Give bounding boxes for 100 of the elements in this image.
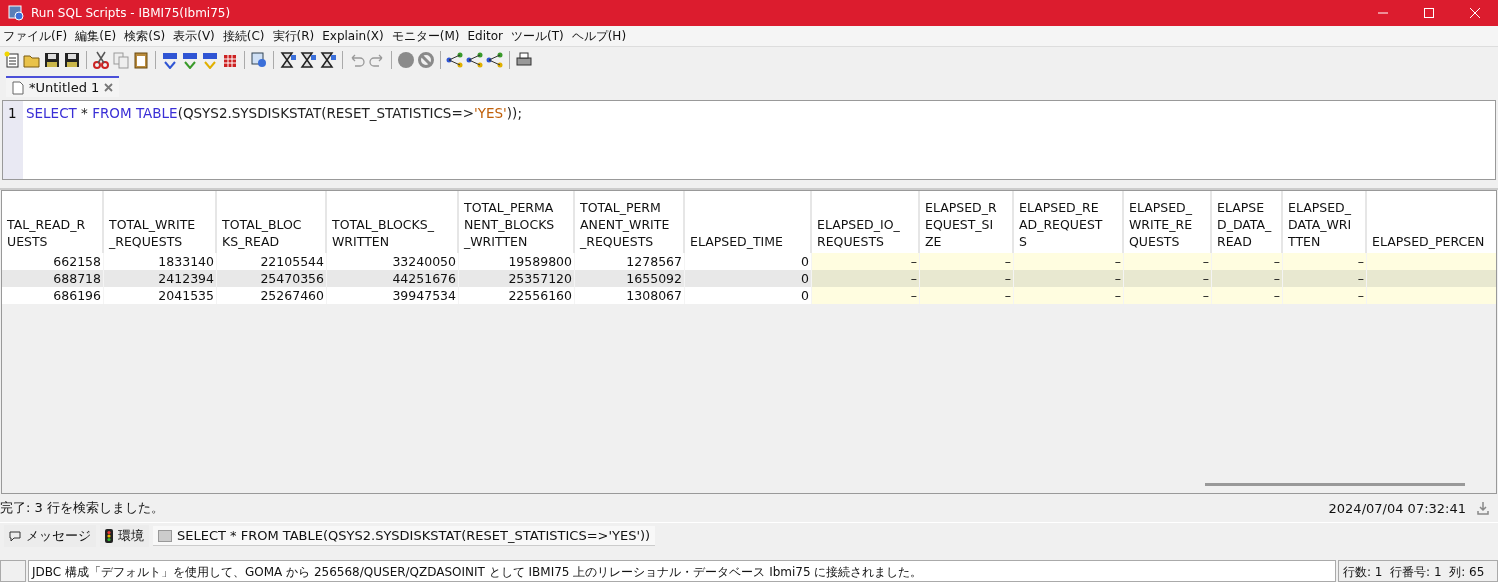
table-cell: 44251676 (327, 270, 459, 287)
menu-item[interactable]: Editor (467, 29, 503, 43)
table-cell: – (1283, 287, 1367, 304)
table-cell: 19589800 (459, 253, 575, 270)
table-cell: 2412394 (104, 270, 217, 287)
cancel-icon[interactable] (417, 51, 435, 69)
hourglass-icon[interactable] (299, 51, 317, 69)
table-cell: – (1124, 253, 1212, 270)
table-cell: 22556160 (459, 287, 575, 304)
run-sql-icon[interactable] (201, 51, 219, 69)
hourglass-icon[interactable] (319, 51, 337, 69)
table-cell: 686196 (2, 287, 104, 304)
menu-item[interactable]: 実行(R) (272, 27, 315, 45)
table-cell: 662158 (2, 253, 104, 270)
stop-icon[interactable] (397, 51, 415, 69)
table-cell: 25267460 (217, 287, 327, 304)
window-title: Run SQL Scripts - IBMI75(Ibmi75) (31, 6, 231, 20)
table-cell: 1655092 (575, 270, 685, 287)
column-header[interactable]: ELAPSED_ WRITE_RE QUESTS (1124, 191, 1212, 253)
table-cell: 2041535 (104, 287, 217, 304)
line-number: 1 (3, 101, 23, 179)
table-cell: 22105544 (217, 253, 327, 270)
column-header[interactable]: ELAPSED_R EQUEST_SI ZE (920, 191, 1014, 253)
table-cell: – (1014, 287, 1124, 304)
column-header[interactable]: TAL_READ_R UESTS (2, 191, 104, 253)
printer-icon[interactable] (515, 51, 533, 69)
app-icon (8, 5, 24, 21)
column-header[interactable]: TOTAL_BLOC KS_READ (217, 191, 327, 253)
menu-item[interactable]: ヘルプ(H) (571, 27, 627, 45)
sql-editor[interactable]: 1 SELECT * FROM TABLE(QSYS2.SYSDISKSTAT(RESET_STATISTICS=>'YES')); (2, 100, 1496, 180)
diagram-icon[interactable] (466, 51, 484, 69)
menu-item[interactable]: 編集(E) (75, 27, 117, 45)
table-cell: – (1283, 270, 1367, 287)
menu-item[interactable]: 接続(C) (222, 27, 265, 45)
cursor-position: 行数: 1 行番号: 1 列: 65 (1338, 560, 1498, 582)
table-cell: – (812, 253, 920, 270)
column-header[interactable]: ELAPSED_TIME (685, 191, 812, 253)
table-cell: 33240050 (327, 253, 459, 270)
run-sql-icon[interactable] (161, 51, 179, 69)
hourglass-icon[interactable] (279, 51, 297, 69)
timestamp: 2024/07/04 07:32:41 (1328, 500, 1466, 516)
cut-icon[interactable] (92, 51, 110, 69)
menu-item[interactable]: ファイル(F) (3, 27, 68, 45)
download-icon[interactable] (1476, 501, 1490, 515)
save-icon[interactable] (43, 51, 61, 69)
column-header[interactable]: ELAPSE D_DATA_ READ (1212, 191, 1283, 253)
table-cell: 25470356 (217, 270, 327, 287)
table-cell: 39947534 (327, 287, 459, 304)
table-cell: – (1124, 270, 1212, 287)
traffic-light-icon (105, 529, 113, 543)
column-header[interactable]: TOTAL_BLOCKS_ WRITTEN (327, 191, 459, 253)
result-tab[interactable]: メッセージ (4, 525, 96, 547)
maximize-icon[interactable] (1423, 7, 1435, 19)
menu-item[interactable]: 表示(V) (173, 27, 215, 45)
status-message: JDBC 構成「デフォルト」を使用して、GOMA から 256568/QUSER/QZDASOINIT として IBMI75 上のリレーショナル・データベース Ibmi75 に接続されました。 (28, 560, 1336, 582)
diagram-icon[interactable] (486, 51, 504, 69)
speech-bubble-icon (9, 530, 21, 542)
editor-tab[interactable]: *Untitled 1 (6, 76, 120, 97)
result-tab[interactable]: SELECT * FROM TABLE(QSYS2.SYSDISKSTAT(RESET_STATISTICS=>'YES')) (153, 526, 656, 546)
table-cell: 0 (685, 253, 812, 270)
table-cell: 1278567 (575, 253, 685, 270)
table-cell: – (1283, 253, 1367, 270)
status-panel (0, 560, 26, 582)
table-cell: 0 (685, 270, 812, 287)
save-all-icon[interactable] (63, 51, 81, 69)
column-header[interactable]: ELAPSED_ DATA_WRI TTEN (1283, 191, 1367, 253)
table-cell: – (1212, 270, 1283, 287)
scrollbar-thumb[interactable] (1205, 483, 1465, 486)
sql-statement: SELECT * FROM TABLE(QSYS2.SYSDISKSTAT(RESET_STATISTICS=>'YES')); (25, 104, 522, 123)
paste-icon[interactable] (132, 51, 150, 69)
table-cell: – (812, 270, 920, 287)
menu-item[interactable]: Explain(X) (322, 29, 384, 43)
table-cell: – (1124, 287, 1212, 304)
table-cell: – (812, 287, 920, 304)
table-cell: – (920, 270, 1014, 287)
close-icon[interactable] (104, 83, 114, 92)
table-cell: 0 (685, 287, 812, 304)
result-message: 完了: 3 行を検索しました。 (0, 499, 164, 517)
column-header[interactable]: TOTAL_PERM ANENT_WRITE _REQUESTS (575, 191, 685, 253)
table-cell: – (1212, 253, 1283, 270)
table-cell: – (1014, 253, 1124, 270)
table-cell: 25357120 (459, 270, 575, 287)
run-sql-icon[interactable] (181, 51, 199, 69)
column-header[interactable]: ELAPSED_RE AD_REQUEST S (1014, 191, 1124, 253)
menu-item[interactable]: ツール(T) (511, 27, 564, 45)
column-header[interactable]: TOTAL_PERMA NENT_BLOCKS _WRITTEN (459, 191, 575, 253)
table-cell: – (1212, 287, 1283, 304)
column-header[interactable]: ELAPSED_IO_ REQUESTS (812, 191, 920, 253)
document-icon (12, 80, 24, 95)
diagram-icon[interactable] (446, 51, 464, 69)
table-cell: 1833140 (104, 253, 217, 270)
table-cell: – (920, 287, 1014, 304)
table-cell: – (1014, 270, 1124, 287)
table-cell: 1308067 (575, 287, 685, 304)
menu-item[interactable]: モニター(M) (391, 27, 460, 45)
column-header[interactable]: ELAPSED_PERCEN (1367, 191, 1496, 253)
result-tab[interactable]: 環境 (100, 525, 149, 547)
new-file-icon[interactable] (3, 51, 21, 69)
menu-item[interactable]: 検索(S) (124, 27, 166, 45)
column-header[interactable]: TOTAL_WRITE _REQUESTS (104, 191, 217, 253)
